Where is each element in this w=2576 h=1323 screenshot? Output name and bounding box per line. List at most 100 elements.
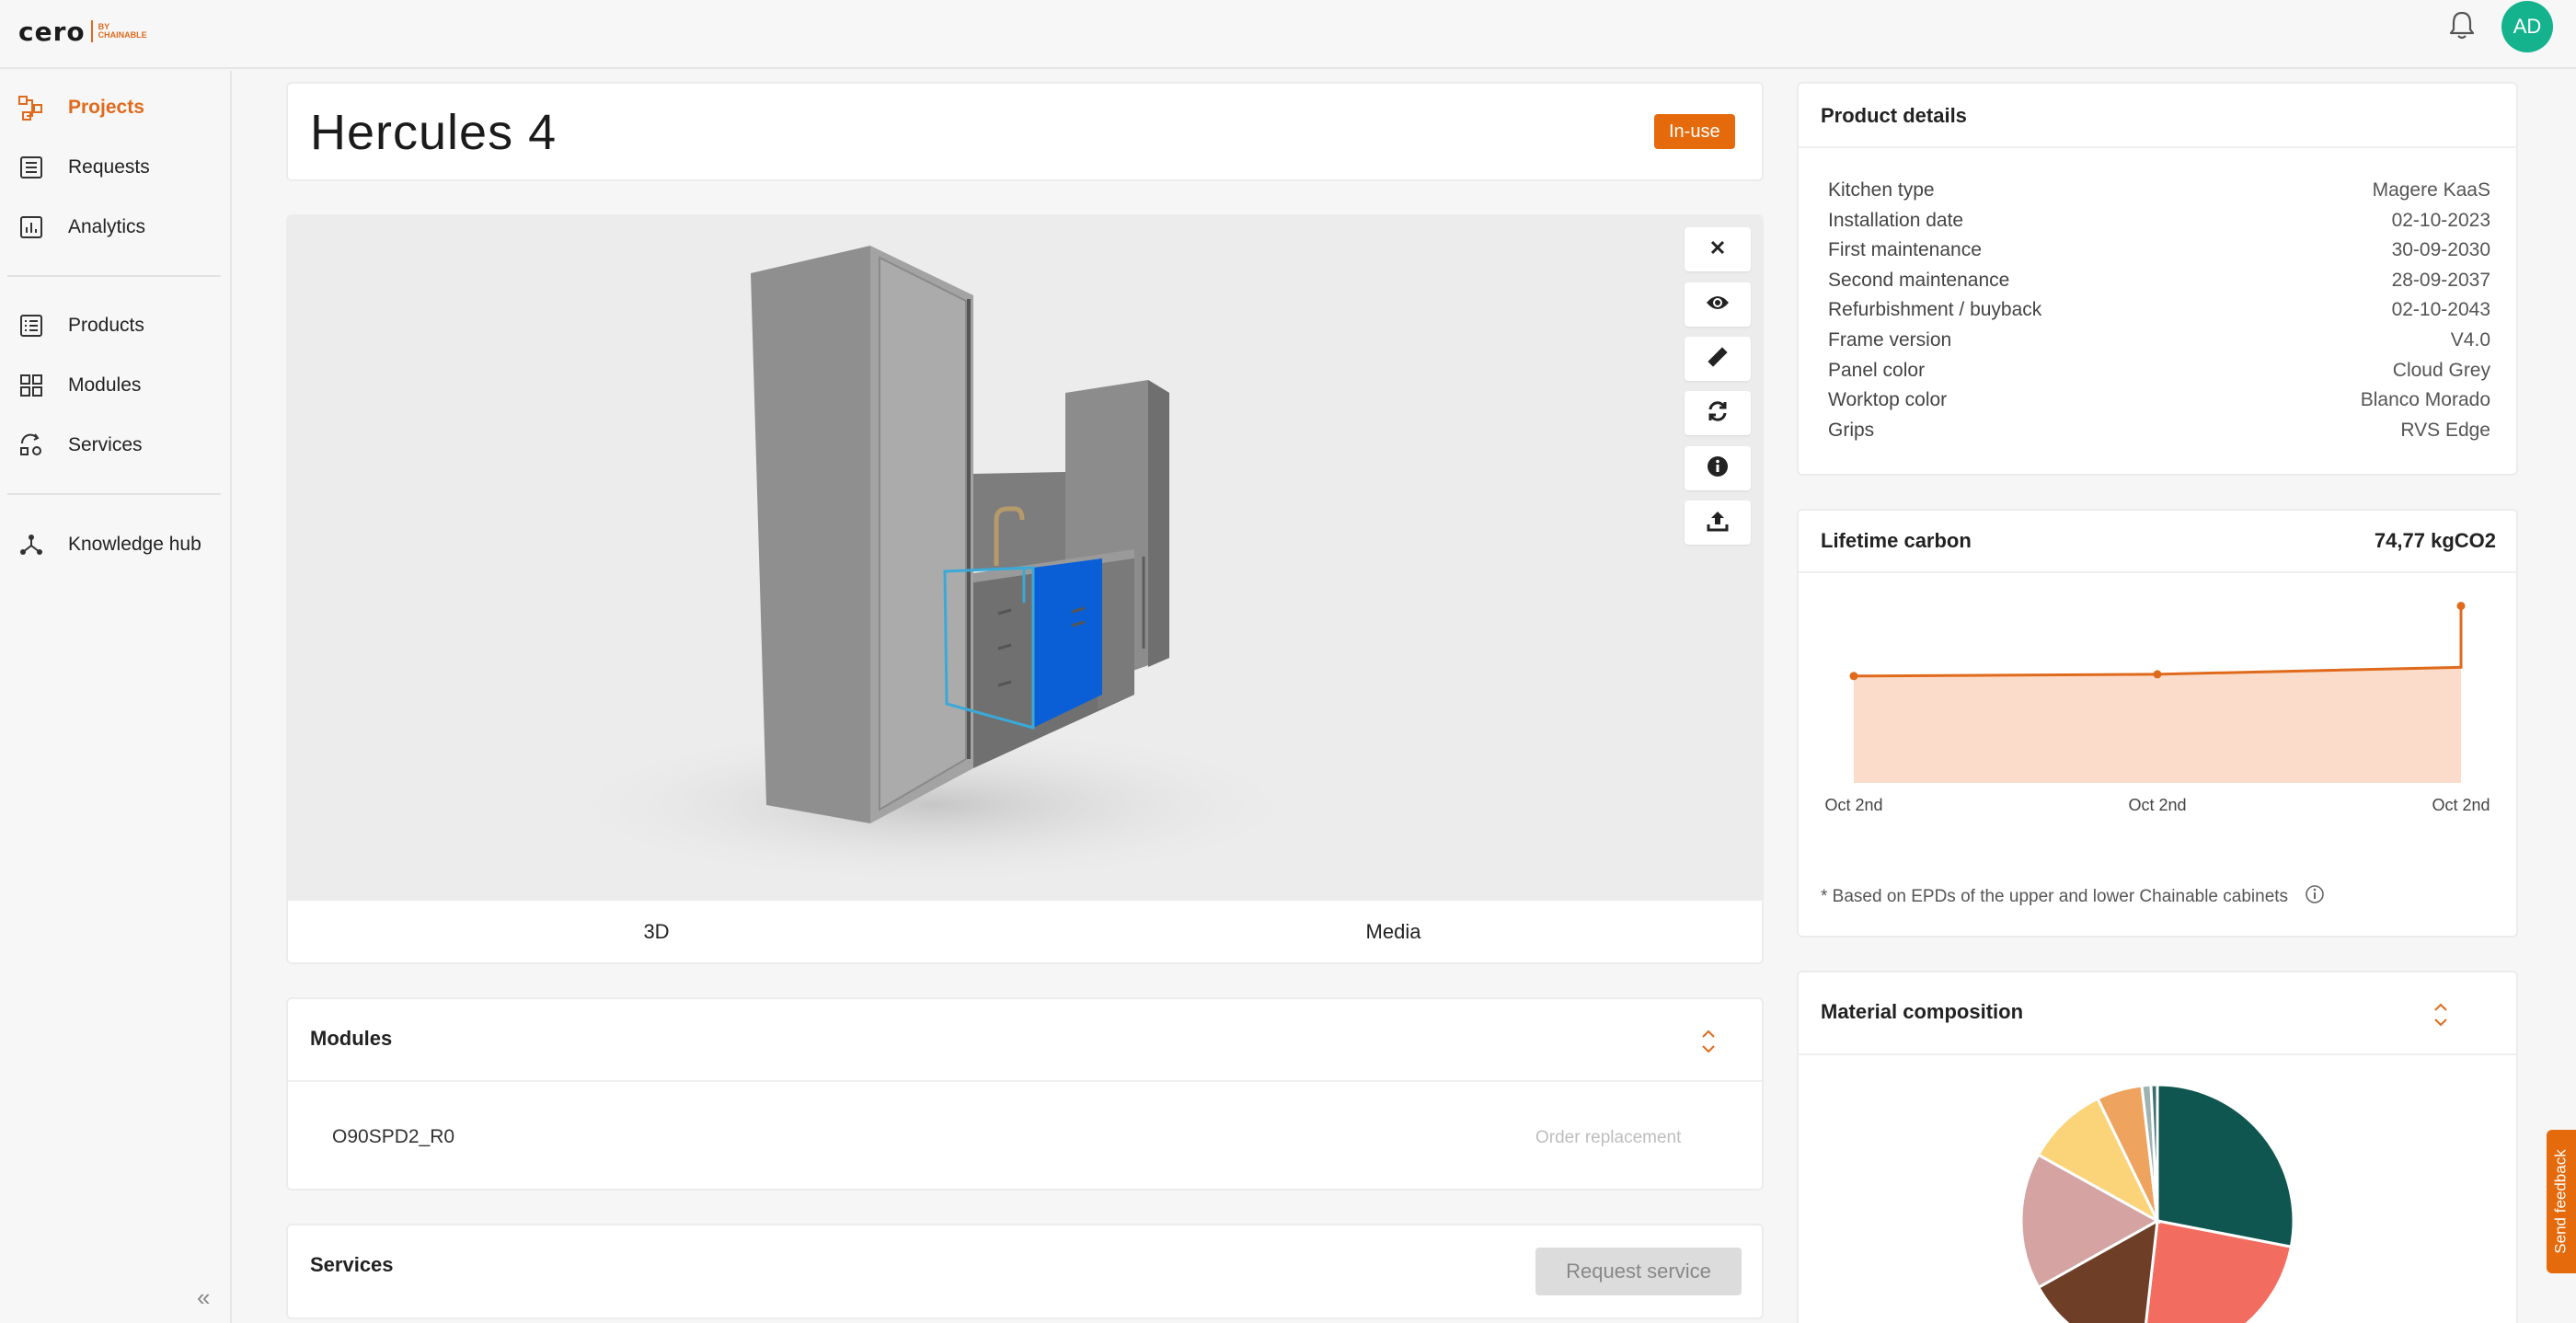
carbon-area <box>1854 667 2461 783</box>
carbon-line <box>1853 605 2463 678</box>
pie-slice <box>2156 1083 2295 1248</box>
reset-view-button[interactable] <box>1685 391 1751 435</box>
sidebar-item-label: Knowledge hub <box>68 534 201 555</box>
detail-row: Kitchen type Magere KaaS <box>1828 179 2490 209</box>
top-bar: cero BY CHAINABLE AD <box>0 0 2576 69</box>
modules-section: Modules O90SPD2_R0 Order replacement <box>286 997 1764 1191</box>
services-icon <box>17 431 46 460</box>
detail-label: Refurbishment / buyback <box>1828 299 2042 321</box>
details-divider <box>1799 146 2516 148</box>
projects-icon <box>17 93 46 122</box>
carbon-point <box>1849 672 1858 681</box>
sidebar-item-services[interactable]: Services <box>17 427 219 464</box>
detail-label: Worktop color <box>1828 389 1948 411</box>
brand-logo[interactable]: cero BY CHAINABLE <box>18 13 147 50</box>
nav-divider <box>7 493 221 495</box>
modules-icon <box>17 371 46 400</box>
sidebar-item-projects[interactable]: Projects <box>17 89 219 126</box>
sidebar-item-label: Products <box>68 315 144 336</box>
sort-modules-button[interactable] <box>1699 1025 1718 1058</box>
detail-row: Panel color Cloud Grey <box>1828 360 2490 389</box>
order-replacement-link[interactable]: Order replacement <box>1535 1128 1681 1148</box>
detail-label: Kitchen type <box>1828 179 1935 201</box>
sidebar-item-label: Services <box>68 434 143 455</box>
detail-value: 28-09-2037 <box>2391 269 2490 291</box>
detail-value: RVS Edge <box>2400 419 2490 441</box>
detail-label: Frame version <box>1828 329 1952 351</box>
requests-icon <box>17 153 46 182</box>
carbon-total: 74,77 kgCO2 <box>2374 529 2496 552</box>
info-button[interactable] <box>1685 446 1751 490</box>
detail-label: Installation date <box>1828 209 1964 231</box>
detail-row: First maintenance 30-09-2030 <box>1828 239 2490 269</box>
sidebar: Projects Requests Analytics Products Mod… <box>0 71 232 1323</box>
detail-label: Panel color <box>1828 359 1926 381</box>
modules-title: Modules <box>310 1027 393 1050</box>
toggle-material-button[interactable] <box>2432 998 2450 1031</box>
x-tick-label: Oct 2nd <box>2128 796 2186 814</box>
tab-3d[interactable]: 3D <box>288 901 1025 962</box>
detail-value: Magere KaaS <box>2372 179 2490 201</box>
modules-divider <box>288 1080 1762 1082</box>
detail-value: Blanco Morado <box>2360 389 2490 411</box>
brand-separator <box>90 20 93 42</box>
sort-chevrons-icon <box>1699 1030 1718 1062</box>
detail-value: 02-10-2043 <box>2391 299 2490 321</box>
bell-icon[interactable] <box>2447 9 2477 42</box>
feedback-label: Send feedback <box>2552 1149 2570 1254</box>
viewer-card: 3D Media <box>286 214 1764 964</box>
close-viewer-button[interactable] <box>1685 227 1751 271</box>
detail-label: Second maintenance <box>1828 269 2010 291</box>
detail-value: 30-09-2030 <box>2391 239 2490 261</box>
ruler-icon <box>1706 345 1730 374</box>
3d-viewer[interactable] <box>288 216 1762 899</box>
sidebar-item-label: Analytics <box>68 216 146 237</box>
detail-value: Cloud Grey <box>2392 359 2490 381</box>
product-details: Product details Kitchen type Magere KaaS I… <box>1797 82 2518 476</box>
info-icon[interactable] <box>2305 884 2325 910</box>
toggle-visibility-button[interactable] <box>1685 282 1751 327</box>
close-icon <box>1708 238 1727 261</box>
material-title: Material composition <box>1821 1000 2024 1023</box>
view-tabs: 3D Media <box>288 899 1762 962</box>
request-service-button[interactable]: Request service <box>1535 1248 1742 1295</box>
carbon-area-chart: Oct 2nd Oct 2nd Oct 2nd <box>1824 602 2490 814</box>
carbon-title: Lifetime carbon <box>1821 529 1972 552</box>
material-pie-chart <box>2019 1083 2295 1323</box>
refresh-icon <box>1706 399 1730 428</box>
analytics-icon <box>17 213 46 242</box>
kitchen-3d-model[interactable] <box>288 216 1762 899</box>
details-title: Product details <box>1821 104 1967 127</box>
carbon-point <box>2153 670 2162 679</box>
detail-value: V4.0 <box>2450 329 2490 351</box>
sidebar-item-products[interactable]: Products <box>17 307 219 344</box>
detail-row: Refurbishment / buyback 02-10-2043 <box>1828 299 2490 328</box>
material-composition: Material composition <box>1797 971 2518 1323</box>
detail-row: Second maintenance 28-09-2037 <box>1828 270 2490 299</box>
project-header: Hercules 4 In-use <box>286 82 1764 181</box>
export-button[interactable] <box>1685 500 1751 545</box>
detail-label: Grips <box>1828 419 1875 441</box>
sidebar-item-analytics[interactable]: Analytics <box>17 209 219 246</box>
page-title: Hercules 4 <box>310 105 558 160</box>
detail-row: Frame version V4.0 <box>1828 329 2490 359</box>
carbon-point <box>2456 602 2466 611</box>
lifetime-carbon: Lifetime carbon 74,77 kgCO2 Oct 2nd Oct 2… <box>1797 509 2518 938</box>
detail-row: Grips RVS Edge <box>1828 420 2490 449</box>
sidebar-item-knowledge-hub[interactable]: Knowledge hub <box>17 526 219 563</box>
collapse-sidebar-button[interactable]: « <box>197 1283 210 1312</box>
brand-sub: BY CHAINABLE <box>98 23 147 40</box>
send-feedback-tab[interactable]: Send feedback <box>2547 1130 2576 1273</box>
knowledge-hub-icon <box>17 530 46 559</box>
avatar[interactable]: AD <box>2501 1 2553 52</box>
sidebar-item-requests[interactable]: Requests <box>17 149 219 186</box>
sidebar-item-label: Requests <box>68 156 150 178</box>
measure-button[interactable] <box>1685 337 1751 381</box>
brand-sub-bottom: CHAINABLE <box>98 30 147 40</box>
carbon-note: * Based on EPDs of the upper and lower C… <box>1821 884 2325 910</box>
services-title: Services <box>310 1253 394 1276</box>
tab-media[interactable]: Media <box>1025 901 1762 962</box>
sidebar-item-label: Projects <box>68 97 144 118</box>
info-icon <box>1707 455 1729 482</box>
sidebar-item-modules[interactable]: Modules <box>17 367 219 404</box>
